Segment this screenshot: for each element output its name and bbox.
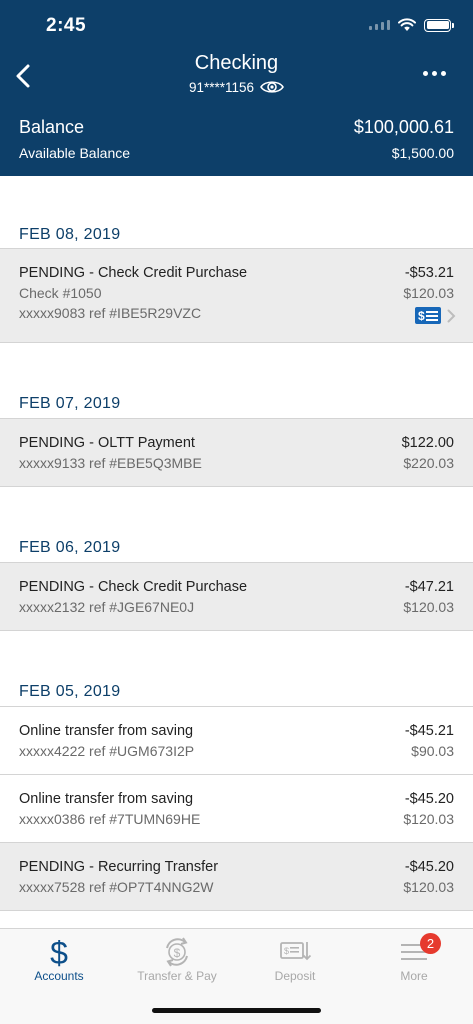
transaction-amount: -$45.21 (404, 723, 454, 739)
chevron-right-icon (447, 309, 456, 322)
transaction-row[interactable]: Online transfer from saving xxxxx0386 re… (0, 775, 473, 843)
transaction-row[interactable]: PENDING - Check Credit Purchase xxxxx213… (0, 563, 473, 631)
date-section: FEB 08, 2019 PENDING - Check Credit Purc… (0, 176, 473, 343)
transaction-description: PENDING - OLTT Payment (19, 435, 195, 451)
page-title: Checking (194, 52, 279, 74)
date-header: FEB 08, 2019 (0, 176, 473, 249)
tab-more[interactable]: 2 More (355, 929, 473, 993)
tab-label: Transfer & Pay (137, 969, 217, 983)
transaction-list[interactable]: FEB 08, 2019 PENDING - Check Credit Purc… (0, 176, 473, 928)
tab-accounts[interactable]: $ Accounts (0, 929, 118, 993)
tab-deposit[interactable]: $ Deposit (236, 929, 354, 993)
tab-label: More (400, 969, 428, 983)
date-section: FEB 06, 2019 PENDING - Check Credit Purc… (0, 487, 473, 631)
transaction-description: Online transfer from saving (19, 723, 194, 739)
status-time: 2:45 (46, 15, 87, 36)
more-options-button[interactable] (423, 67, 447, 79)
balance-label: Balance (19, 117, 85, 137)
transaction-row[interactable]: PENDING - Recurring Transfer xxxxx7528 r… (0, 843, 473, 911)
running-balance: $120.03 (403, 879, 454, 895)
account-number-row: 91****1156 (0, 79, 473, 95)
transaction-description: PENDING - Check Credit Purchase (19, 265, 248, 281)
masked-account-number: 91****1156 (188, 79, 255, 95)
transaction-row[interactable]: PENDING - Check Credit Purchase Check #1… (0, 249, 473, 343)
transaction-row[interactable]: PENDING - OLTT Payment xxxxx9133 ref #EB… (0, 419, 473, 487)
svg-text:$: $ (284, 946, 289, 956)
date-header: FEB 07, 2019 (0, 343, 473, 419)
date-section: FEB 07, 2019 PENDING - OLTT Payment xxxx… (0, 343, 473, 487)
transaction-amount: -$47.21 (404, 579, 454, 595)
transaction-amount: -$53.21 (404, 265, 454, 281)
transaction-amount: -$45.20 (404, 791, 454, 807)
available-balance-value: $1,500.00 (391, 145, 454, 161)
battery-icon (424, 18, 454, 32)
transaction-amount: $122.00 (401, 435, 454, 451)
transaction-reference: xxxxx4222 ref #UGM673I2P (19, 743, 195, 759)
transaction-amount: -$45.20 (404, 859, 454, 875)
tab-transfer-pay[interactable]: $ Transfer & Pay (118, 929, 236, 993)
deposit-check-icon: $ (280, 942, 311, 961)
running-balance: $90.03 (411, 743, 454, 759)
running-balance: $120.03 (403, 285, 454, 301)
running-balance: $220.03 (403, 455, 454, 471)
home-indicator (152, 1008, 321, 1013)
check-image-icon: $ (415, 307, 441, 324)
eye-icon[interactable] (260, 79, 284, 95)
account-header: 2:45 Checking 91****1156 Balance $100,00… (0, 0, 473, 176)
transaction-reference: xxxxx9083 ref #IBE5R29VZC (19, 305, 202, 321)
dollar-icon: $ (50, 935, 68, 969)
date-section: FEB 05, 2019 Online transfer from saving… (0, 631, 473, 911)
wifi-icon (398, 18, 416, 31)
transaction-reference: xxxxx7528 ref #OP7T4NNG2W (19, 879, 214, 895)
status-icons (369, 14, 454, 36)
tab-label: Accounts (34, 969, 84, 983)
available-balance-label: Available Balance (19, 145, 131, 161)
date-header: FEB 05, 2019 (0, 631, 473, 707)
transaction-reference: xxxxx9133 ref #EBE5Q3MBE (19, 455, 202, 471)
transfer-icon: $ (166, 937, 188, 967)
svg-text:$: $ (418, 309, 425, 323)
transaction-description: Online transfer from saving (19, 791, 194, 807)
running-balance: $120.03 (403, 599, 454, 615)
check-image-link[interactable]: $ (415, 307, 456, 324)
cellular-signal-icon (369, 20, 390, 30)
transaction-description: PENDING - Check Credit Purchase (19, 579, 248, 595)
check-number: Check #1050 (19, 285, 102, 301)
date-header: FEB 06, 2019 (0, 487, 473, 563)
transaction-reference: xxxxx0386 ref #7TUMN69HE (19, 811, 201, 827)
svg-text:$: $ (50, 935, 68, 969)
running-balance: $120.03 (403, 811, 454, 827)
balance-value: $100,000.61 (353, 117, 454, 137)
transaction-description: PENDING - Recurring Transfer (19, 859, 219, 875)
svg-text:$: $ (174, 946, 181, 960)
tab-label: Deposit (274, 969, 316, 983)
notification-badge: 2 (420, 933, 441, 954)
transaction-row[interactable]: Online transfer from saving xxxxx4222 re… (0, 707, 473, 775)
transaction-reference: xxxxx2132 ref #JGE67NE0J (19, 599, 195, 615)
